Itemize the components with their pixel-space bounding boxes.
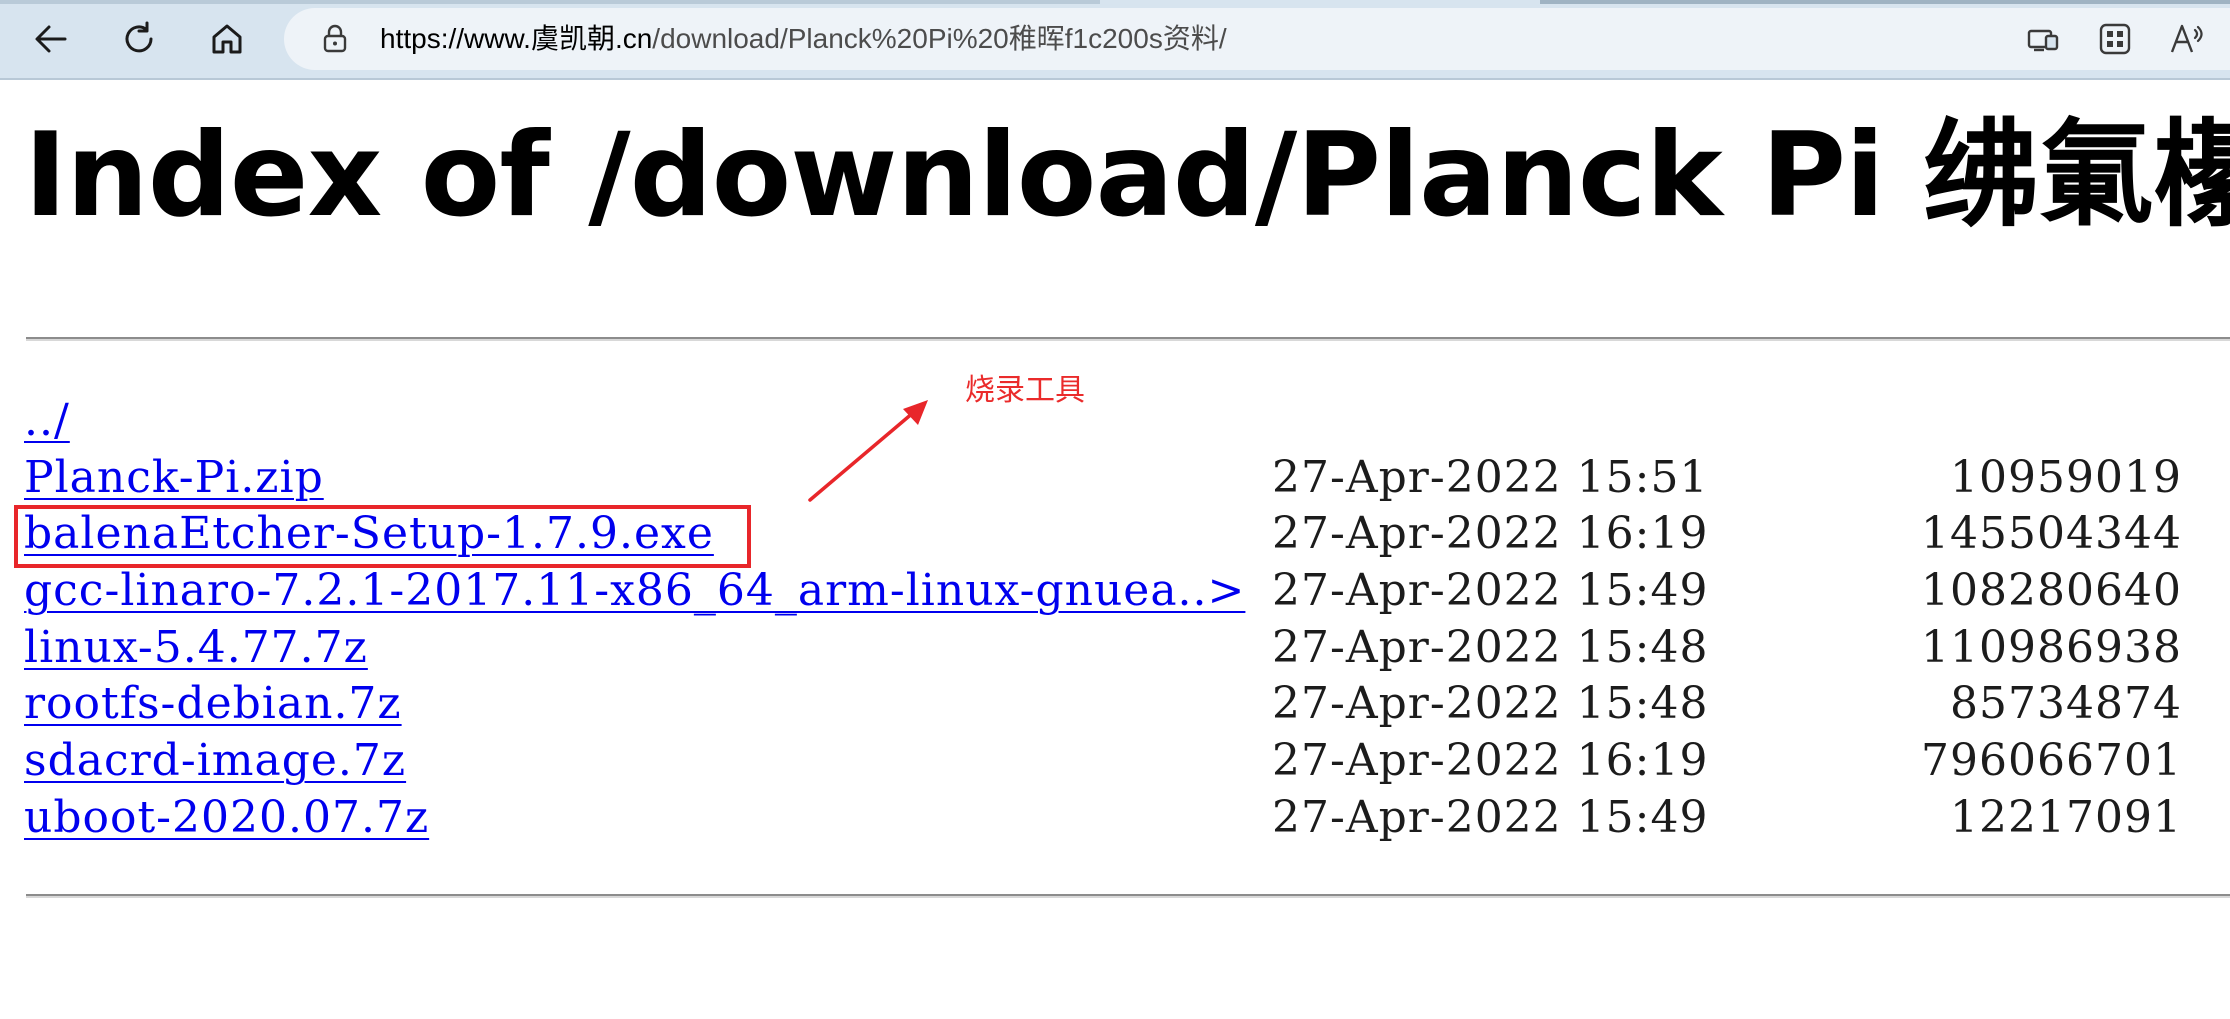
app-available-button[interactable] — [2024, 20, 2062, 58]
page-title: Index of /download/Planck Pi 绋氭櫀 — [24, 108, 2230, 243]
file-size: 85734874 — [1950, 678, 2182, 730]
parent-directory-link[interactable]: ../ — [24, 395, 70, 446]
file-date: 27-Apr-2022 15:51 — [1272, 451, 1709, 503]
read-aloud-button[interactable] — [2168, 20, 2206, 58]
divider-top — [26, 337, 2230, 341]
url-host: https://www.虞凯朝.cn — [380, 23, 653, 54]
list-item: linux-5.4.77.7z 27-Apr-2022 15:48 110986… — [24, 620, 2230, 677]
list-item: rootfs-debian.7z 27-Apr-2022 15:48 85734… — [24, 676, 2230, 733]
browser-toolbar: https://www.虞凯朝.cn/download/Planck%20Pi%… — [0, 0, 2230, 80]
annotation-label: 烧录工具 — [965, 373, 1085, 408]
home-button[interactable] — [200, 12, 254, 66]
file-listing: ../ Planck-Pi.zip 27-Apr-2022 15:51 1095… — [24, 393, 2230, 847]
file-size: 110986938 — [1921, 621, 2182, 673]
file-date: 27-Apr-2022 15:48 — [1272, 621, 1709, 673]
address-bar[interactable]: https://www.虞凯朝.cn/download/Planck%20Pi%… — [284, 8, 2230, 70]
list-item: gcc-linaro-7.2.1-2017.11-x86_64_arm-linu… — [24, 563, 2230, 620]
list-item: uboot-2020.07.7z 27-Apr-2022 15:49 12217… — [24, 790, 2230, 847]
file-date: 27-Apr-2022 16:19 — [1272, 735, 1709, 787]
file-size: 108280640 — [1921, 565, 2182, 617]
tab-strip-edge-right — [1540, 0, 2230, 4]
list-item-parent: ../ — [24, 393, 2230, 450]
reload-button[interactable] — [112, 12, 166, 66]
back-arrow-icon — [35, 25, 67, 53]
app-available-icon — [2027, 29, 2059, 52]
url-text[interactable]: https://www.虞凯朝.cn/download/Planck%20Pi%… — [380, 21, 1227, 57]
file-link[interactable]: sdacrd-image.7z — [24, 735, 406, 786]
highlight-box — [14, 505, 751, 568]
extensions-button[interactable] — [2096, 20, 2134, 58]
annotation-arrow-icon — [808, 400, 928, 502]
tab-strip-edge — [0, 0, 1100, 4]
file-date: 27-Apr-2022 15:49 — [1272, 791, 1709, 843]
file-date: 27-Apr-2022 15:48 — [1272, 678, 1709, 730]
file-link[interactable]: Planck-Pi.zip — [24, 452, 324, 503]
file-date: 27-Apr-2022 15:49 — [1272, 565, 1709, 617]
file-size: 10959019 — [1950, 451, 2182, 503]
file-date: 27-Apr-2022 16:19 — [1272, 508, 1709, 560]
file-size: 12217091 — [1950, 791, 2182, 843]
file-link[interactable]: gcc-linaro-7.2.1-2017.11-x86_64_arm-linu… — [24, 565, 1245, 616]
home-icon — [212, 24, 242, 54]
file-link[interactable]: rootfs-debian.7z — [24, 678, 402, 729]
back-button[interactable] — [24, 12, 78, 66]
extensions-icon — [2099, 23, 2131, 55]
file-link[interactable]: linux-5.4.77.7z — [24, 622, 368, 673]
url-path: /download/Planck%20Pi%20稚晖f1c200s资料/ — [652, 23, 1227, 54]
file-size: 145504344 — [1921, 508, 2182, 560]
lock-icon[interactable] — [320, 24, 350, 54]
read-aloud-icon — [2170, 24, 2203, 53]
reload-icon — [125, 21, 153, 53]
list-item: sdacrd-image.7z 27-Apr-2022 16:19 796066… — [24, 733, 2230, 790]
list-item: Planck-Pi.zip 27-Apr-2022 15:51 10959019 — [24, 450, 2230, 507]
file-link[interactable]: uboot-2020.07.7z — [24, 792, 429, 843]
divider-bottom — [26, 894, 2230, 898]
file-size: 796066701 — [1921, 735, 2182, 787]
